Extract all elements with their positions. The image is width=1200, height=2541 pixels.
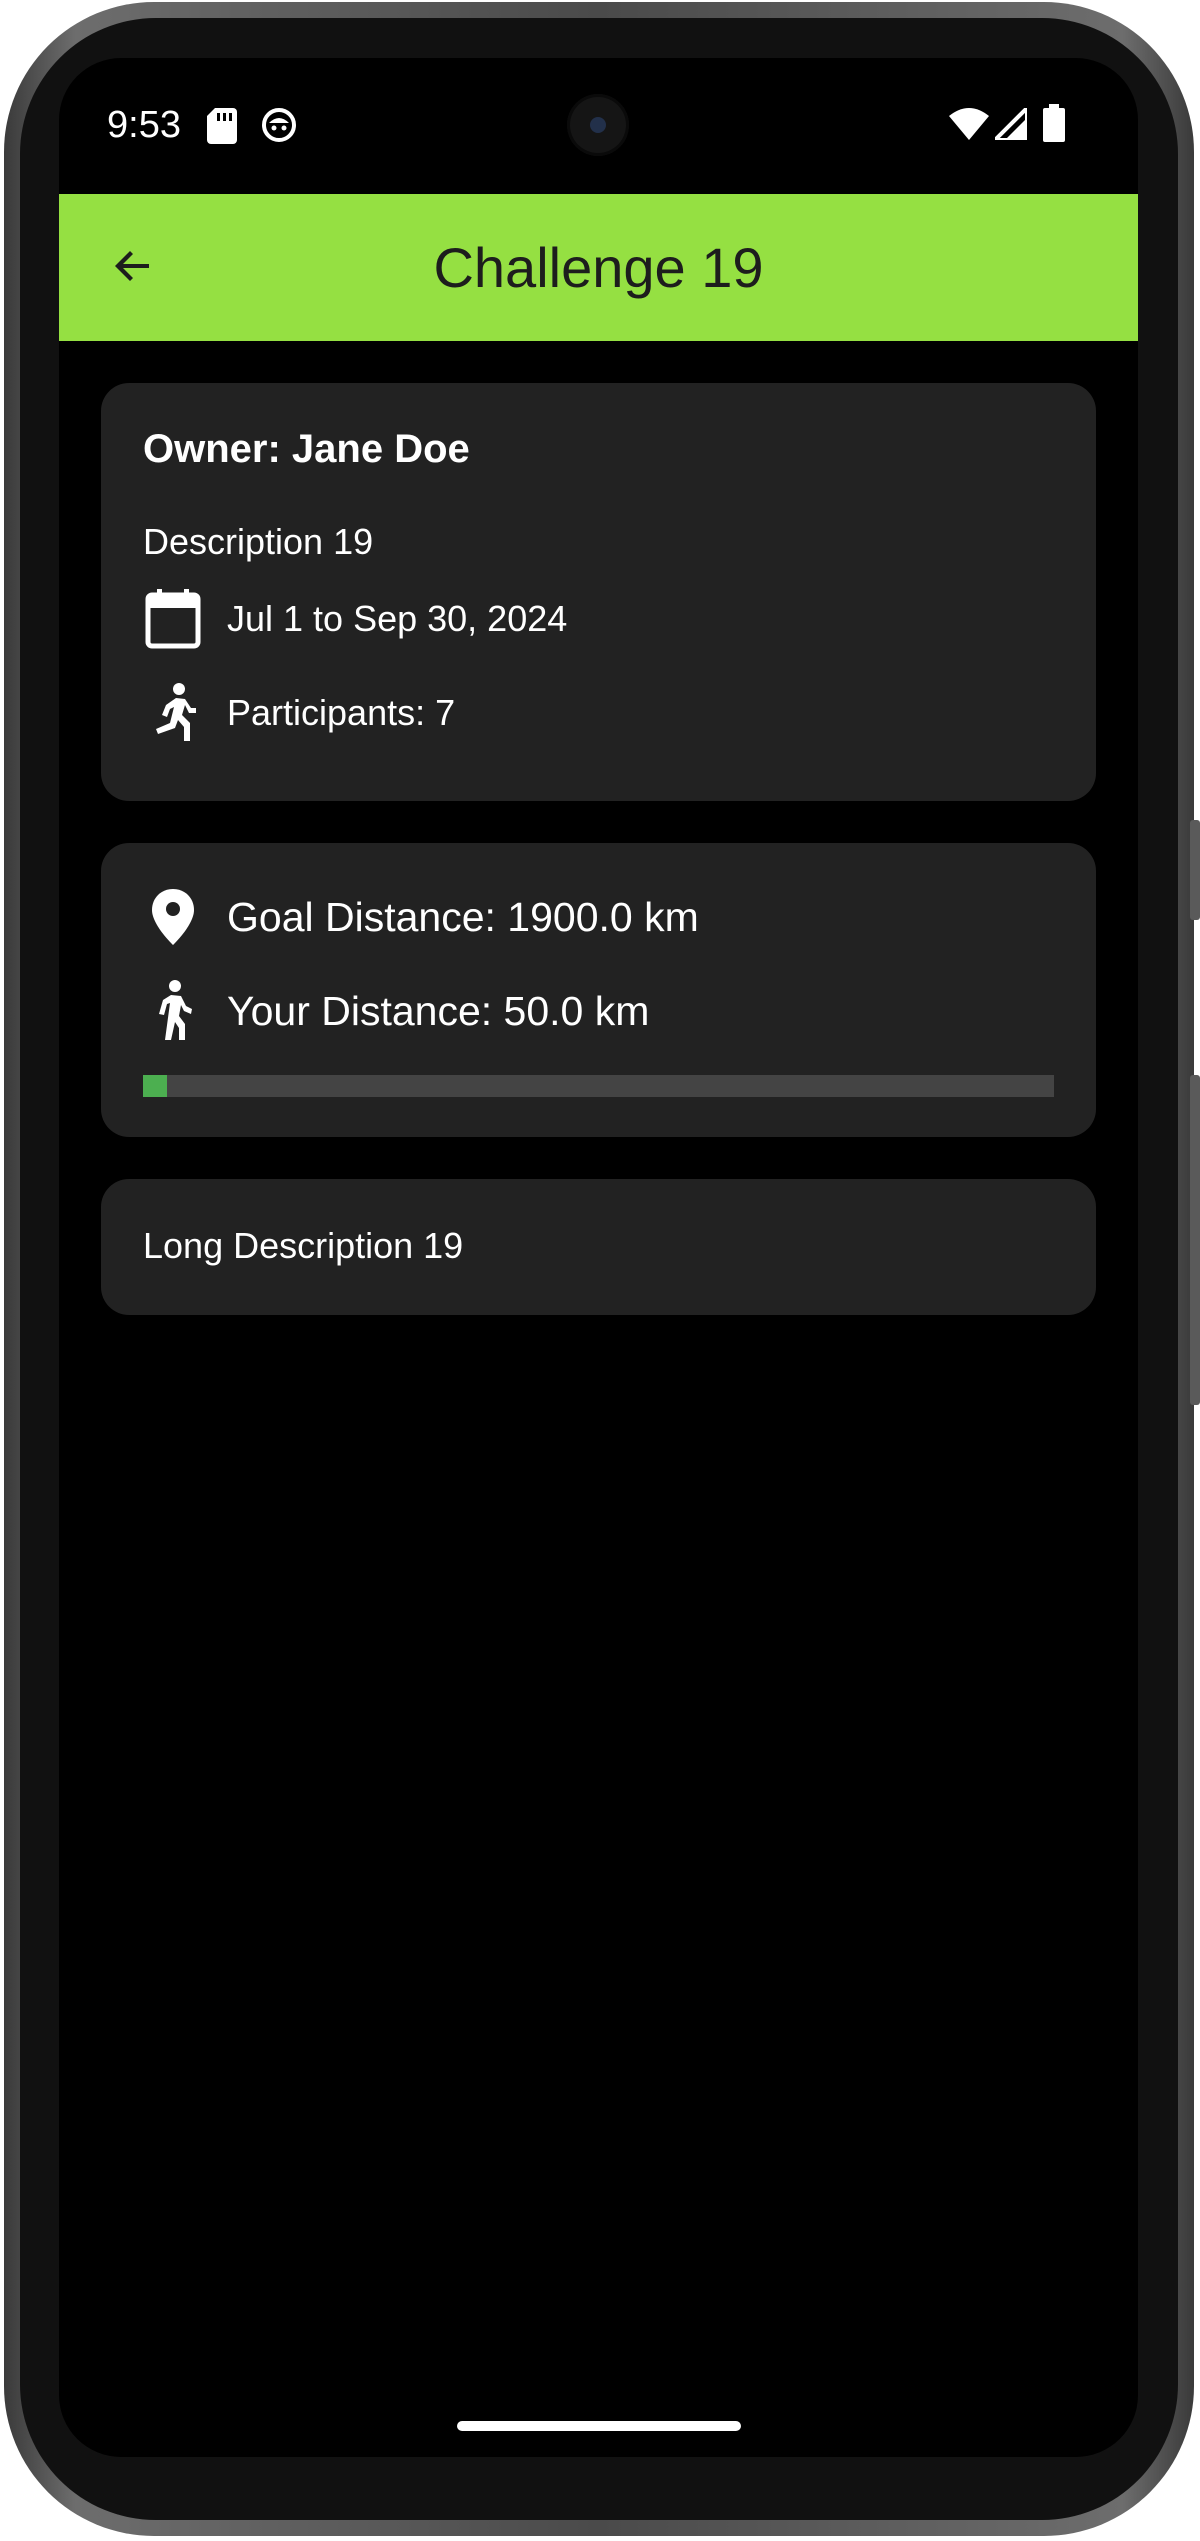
running-person-icon: [143, 683, 203, 743]
screen: 9:53 Challenge 19 Owner: Jane Doe Descri…: [59, 58, 1138, 2457]
long-description-text: Long Description 19: [143, 1225, 464, 1266]
your-distance-text: Your Distance: 50.0 km: [227, 987, 650, 1034]
participants-text: Participants: 7: [227, 692, 456, 733]
status-bar: 9:53: [59, 58, 1138, 194]
challenge-info-card: Owner: Jane Doe Description 19 Jul 1 to …: [101, 383, 1096, 801]
wifi-icon: [949, 108, 989, 145]
walking-person-icon: [143, 980, 203, 1041]
phone-device: 9:53 Challenge 19 Owner: Jane Doe Descri…: [0, 0, 1200, 2541]
distance-card: Goal Distance: 1900.0 km Your Distance: …: [101, 843, 1096, 1137]
date-range-row: Jul 1 to Sep 30, 2024: [143, 589, 567, 649]
battery-icon: [1043, 104, 1065, 147]
location-pin-icon: [143, 887, 203, 947]
status-time: 9:53: [107, 104, 181, 146]
date-range-text: Jul 1 to Sep 30, 2024: [227, 598, 568, 639]
calendar-icon: [143, 589, 203, 649]
power-button: [1190, 820, 1200, 920]
volume-button: [1190, 1075, 1200, 1405]
your-distance-row: Your Distance: 50.0 km: [143, 980, 650, 1041]
participants-row: Participants: 7: [143, 683, 455, 743]
long-description-card: Long Description 19: [101, 1179, 1096, 1315]
goal-distance-text: Goal Distance: 1900.0 km: [227, 893, 699, 940]
sd-card-icon: [207, 108, 237, 149]
distance-progress-fill: [143, 1075, 167, 1097]
home-indicator[interactable]: [457, 2421, 741, 2431]
signal-icon: [990, 103, 1029, 145]
page-title: Challenge 19: [433, 236, 764, 299]
arrow-back-icon: [109, 242, 157, 295]
owner-label: Owner: Jane Doe: [143, 427, 470, 471]
back-button[interactable]: [97, 232, 169, 304]
description-text: Description 19: [143, 521, 374, 562]
front-camera: [567, 94, 629, 156]
cat-face-icon: [261, 107, 297, 148]
app-bar: Challenge 19: [59, 194, 1138, 341]
goal-distance-row: Goal Distance: 1900.0 km: [143, 887, 699, 947]
distance-progress-bar: [143, 1075, 1054, 1097]
